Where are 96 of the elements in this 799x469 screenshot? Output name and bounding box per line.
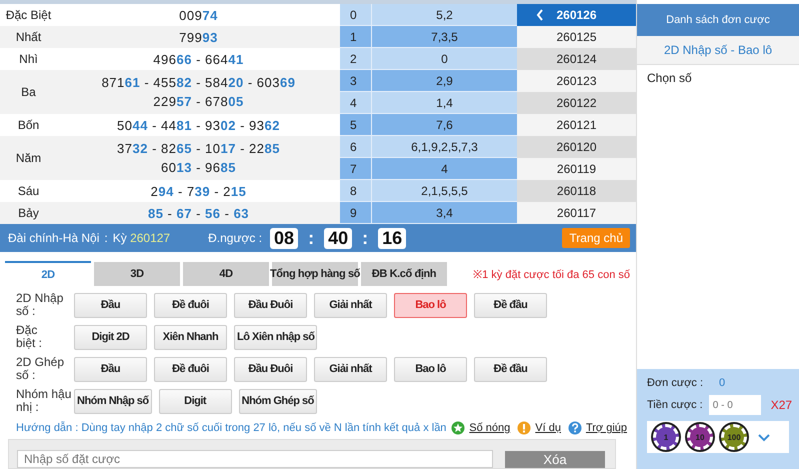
help-link[interactable]: Trợ giúp — [586, 422, 627, 434]
guide-text: Hướng dẫn : Dùng tay nhập 2 chữ số cuối trong 27 lô, nếu số về N lần tính kết quả x lần — [16, 422, 446, 434]
chevron-left-icon — [535, 8, 545, 22]
tab[interactable]: Tổng hợp hàng số — [272, 262, 358, 286]
bet-type-button[interactable]: Đầu — [74, 292, 147, 318]
orders-label: Đơn cược : — [647, 377, 704, 389]
prize-numbers: 79993 — [179, 28, 218, 46]
digit-values-cell: 7,3,5 — [372, 26, 517, 48]
digit-values-cell: 6,1,9,2,5,7,3 — [372, 136, 517, 158]
bet-type-button[interactable]: Xiên Nhanh — [154, 324, 227, 350]
digit-values-cell: 2,9 — [372, 70, 517, 92]
period-item[interactable]: 260126 — [517, 4, 636, 26]
group-label: 2D Nhập số : — [16, 292, 64, 318]
tab[interactable]: 4D — [183, 262, 269, 286]
help-icon — [568, 421, 582, 435]
prize-numbers: 5044 - 4481 - 9302 - 9362 — [117, 116, 280, 134]
digit-values-cell: 1,4 — [372, 92, 517, 114]
period-item[interactable]: 260117 — [517, 202, 636, 224]
tab[interactable]: ĐB K.cố định — [361, 262, 447, 286]
period-item[interactable]: 260121 — [517, 114, 636, 136]
prize-label: Nhất — [0, 26, 57, 48]
period-item[interactable]: 260120 — [517, 136, 636, 158]
bet-type-button[interactable]: Đề đuôi — [154, 356, 227, 382]
prize-label: Năm — [0, 136, 57, 180]
digit-cell: 1 — [340, 26, 372, 48]
period-item[interactable]: 260123 — [517, 70, 636, 92]
period-item[interactable]: 260122 — [517, 92, 636, 114]
digit-values-cell: 4 — [372, 158, 517, 180]
prize-numbers: 6013 - 9685 — [161, 159, 236, 177]
amount-input-field[interactable]: 0 - 0 — [708, 395, 761, 415]
bet-type-button[interactable]: Digit — [158, 388, 232, 414]
countdown-label: Đ.ngược : — [208, 231, 262, 245]
bet-type-button[interactable]: Giải nhất — [314, 356, 387, 382]
bet-type-button[interactable]: Đầu Đuôi — [234, 292, 307, 318]
prize-numbers: 22957 - 67805 — [153, 93, 244, 111]
timer-separator: : — [362, 228, 368, 248]
chevron-down-icon — [757, 432, 771, 442]
digit-values-cell: 0 — [372, 48, 517, 70]
pick-label: Chọn số — [647, 71, 693, 85]
bet-type-button[interactable]: Bao lô — [394, 356, 467, 382]
timer-digits: 08 — [270, 228, 298, 248]
digit-values-cell: 2,1,5,5,5 — [372, 180, 517, 202]
number-input-field[interactable]: Nhập số đặt cược — [17, 450, 493, 468]
digit-cell: 4 — [340, 92, 372, 114]
help-link[interactable]: Số nóng — [469, 422, 510, 434]
period-label: Kỳ 260127 — [112, 231, 170, 245]
digit-cell: 8 — [340, 180, 372, 202]
digit-cell: 2 — [340, 48, 372, 70]
prize-label: Bảy — [0, 202, 57, 224]
panel-header: Danh sách đơn cược — [637, 4, 799, 36]
prize-numbers: 85 - 67 - 56 - 63 — [148, 204, 250, 222]
digit-values-cell: 5,2 — [372, 4, 517, 26]
prize-numbers: 294 - 739 - 215 — [150, 182, 246, 200]
prize-numbers: 87161 - 45582 - 58420 - 60369 — [102, 74, 296, 92]
bet-type-button[interactable]: Đề đuôi — [154, 292, 227, 318]
group-label: 2D Ghép số : — [16, 356, 66, 382]
star-icon — [451, 421, 466, 435]
bet-type-button[interactable]: Nhóm Ghép số — [238, 388, 317, 414]
bet-type-button[interactable]: Đầu — [74, 356, 147, 382]
bet-type-button[interactable]: Digit 2D — [74, 324, 147, 350]
period-item[interactable]: 260119 — [517, 158, 636, 180]
prize-numbers: 3732 - 8265 - 1017 - 2285 — [117, 140, 280, 158]
bet-type-button[interactable]: Đề đầu — [474, 356, 547, 382]
panel-subtitle: 2D Nhập số - Bao lô — [637, 36, 799, 65]
station-name: Đài chính-Hà Nội — [8, 231, 100, 245]
period-item[interactable]: 260125 — [517, 26, 636, 48]
exclamation-icon — [517, 421, 532, 435]
bet-type-button[interactable]: Giải nhất — [314, 292, 387, 318]
digit-values-cell: 7,6 — [372, 114, 517, 136]
digit-cell: 0 — [340, 4, 372, 26]
prize-label: Ba — [0, 70, 57, 114]
digit-cell: 9 — [340, 202, 372, 224]
timer-separator: : — [308, 228, 314, 248]
orders-count: 0 — [719, 377, 726, 389]
period-item[interactable]: 260124 — [517, 48, 636, 70]
tab[interactable]: 3D — [94, 262, 180, 286]
period-item[interactable]: 260118 — [517, 180, 636, 202]
timer-digits: 40 — [324, 228, 352, 248]
prize-numbers: 00974 — [179, 6, 218, 24]
digit-cell: 7 — [340, 158, 372, 180]
digit-cell: 6 — [340, 136, 372, 158]
digit-values-cell: 3,4 — [372, 202, 517, 224]
prize-numbers: 49666 - 66441 — [153, 50, 244, 68]
bet-type-button[interactable]: Đầu Đuôi — [234, 356, 307, 382]
bet-type-button[interactable]: Đề đầu — [474, 292, 547, 318]
multiplier-text: X27 — [770, 398, 792, 412]
bet-type-button[interactable]: Nhóm Nhập số — [74, 388, 152, 414]
bet-type-button[interactable]: Lô Xiên nhập số — [234, 324, 318, 350]
notice-text: ※1 kỳ đặt cược tối đa 65 con số — [473, 268, 630, 280]
group-label: Đặc biệt : — [16, 324, 44, 350]
timer-digits: 16 — [378, 228, 406, 248]
amount-label: Tiền cược : — [647, 399, 703, 411]
digit-cell: 5 — [340, 114, 372, 136]
colon-text: : — [104, 231, 108, 245]
digit-cell: 3 — [340, 70, 372, 92]
help-link[interactable]: Ví dụ — [535, 422, 561, 434]
